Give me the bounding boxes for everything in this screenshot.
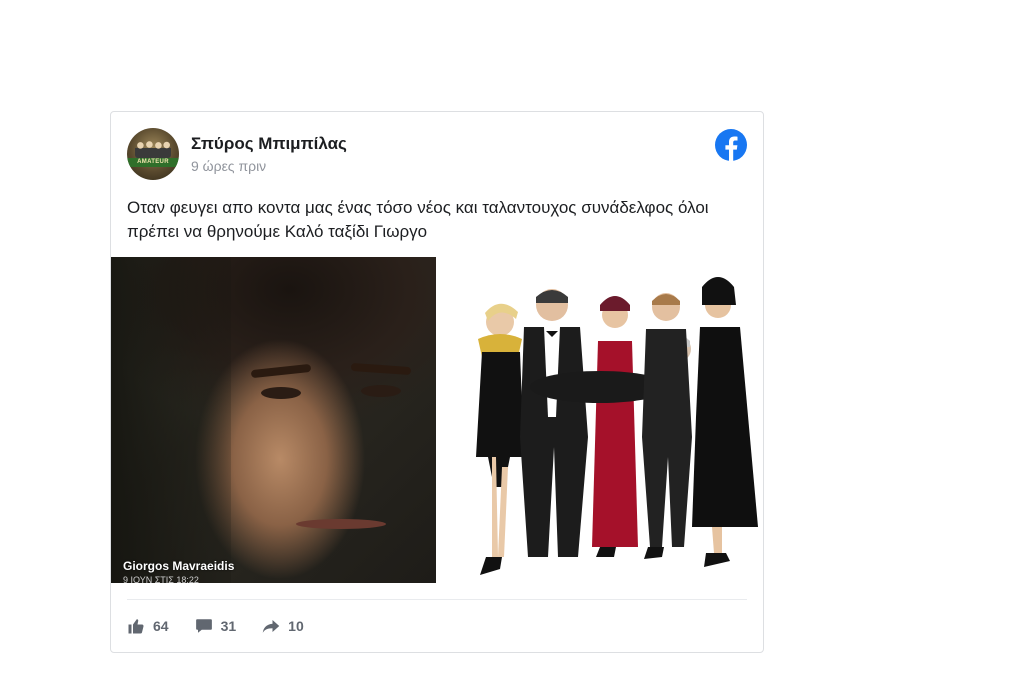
cast-member-2 <box>520 289 588 557</box>
thumbs-up-icon <box>128 619 144 634</box>
photo-detail <box>250 363 312 379</box>
avatar[interactable]: AMATEUR <box>127 128 179 180</box>
cast-member-6 <box>692 277 758 567</box>
post-actions: 64 31 10 <box>127 614 330 638</box>
actions-divider <box>127 599 747 600</box>
author-name[interactable]: Σπύρος Μπιμπίλας <box>191 134 347 154</box>
photo-detail <box>296 519 386 529</box>
post-header: AMATEUR Σπύρος Μπιμπίλας 9 ώρες πριν <box>127 128 747 184</box>
like-count: 64 <box>153 618 169 634</box>
avatar-group-photo <box>135 140 171 158</box>
comment-icon <box>195 619 212 633</box>
group-cast-photo[interactable] <box>440 257 763 583</box>
avatar-label: AMATEUR <box>127 158 179 167</box>
photo-detail <box>361 385 401 397</box>
cast-illustration <box>476 277 758 575</box>
like-button[interactable]: 64 <box>127 617 169 635</box>
portrait-photo[interactable]: Giorgos Mavraeidis 9 ΙΟΥΝ ΣΤΙΣ 18:22 <box>111 257 436 583</box>
post-photos: Giorgos Mavraeidis 9 ΙΟΥΝ ΣΤΙΣ 18:22 <box>111 257 763 583</box>
cast-member-3 <box>592 296 638 557</box>
photo-detail <box>350 362 412 376</box>
comment-count: 31 <box>220 618 237 634</box>
facebook-post-embed: AMATEUR Σπύρος Μπιμπίλας 9 ώρες πριν Οτα… <box>110 111 764 653</box>
share-button[interactable]: 10 <box>262 617 304 635</box>
photo-detail <box>261 387 301 399</box>
photo-shading <box>111 257 231 583</box>
post-timestamp[interactable]: 9 ώρες πριν <box>191 158 266 174</box>
comment-button[interactable]: 31 <box>195 617 237 635</box>
cast-member-1 <box>476 303 524 575</box>
page: AMATEUR Σπύρος Μπιμπίλας 9 ώρες πριν Οτα… <box>0 0 1024 691</box>
share-arrow-icon <box>262 620 280 633</box>
photo-caption: Giorgos Mavraeidis <box>123 559 235 573</box>
post-text: Οταν φευγει απο κοντα μας ένας τόσο νέος… <box>127 198 709 241</box>
photo-caption-date: 9 ΙΟΥΝ ΣΤΙΣ 18:22 <box>123 575 199 583</box>
cast-member-5 <box>642 293 692 559</box>
facebook-icon[interactable] <box>715 129 747 161</box>
share-count: 10 <box>288 618 304 634</box>
